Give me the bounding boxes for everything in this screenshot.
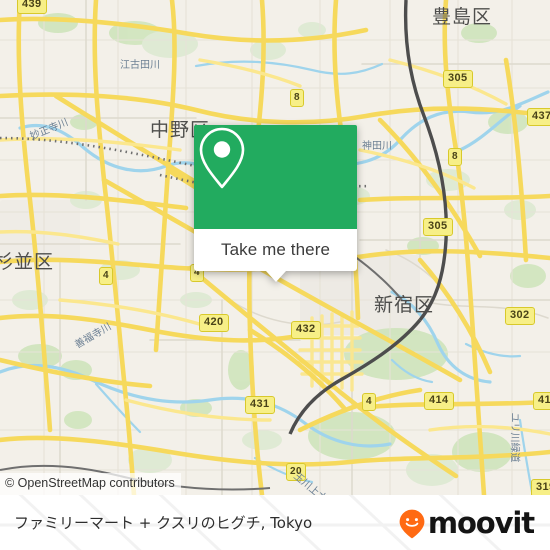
route-shield: 414 [424,392,454,410]
river-label: ユリ川緑道 [508,412,520,463]
route-shield: 305 [443,70,473,88]
route-shield: 414 [533,392,550,410]
callout-footer[interactable]: Take me there [194,229,357,282]
route-shield: 420 [199,314,229,332]
ward-label: 新宿区 [374,294,435,316]
moovit-wordmark: moovit [427,506,535,540]
ward-label: 杉並区 [0,251,55,273]
place-title: ファミリーマート + クスリのヒグチ, Tokyo [14,514,313,532]
footer-bar: ファミリーマート + クスリのヒグチ, Tokyo moovit [0,495,550,550]
route-shield: 8 [448,148,462,166]
callout-tail [265,271,286,282]
ward-label: 豊島区 [432,6,493,28]
map-attribution[interactable]: © OpenStreetMap contributors [0,473,181,495]
route-shield: 439 [17,0,47,14]
callout-header [194,125,357,229]
map-canvas[interactable]: .water { fill:none; stroke:#9fd4ec; stro… [0,0,550,495]
map-pin-icon [199,127,245,189]
route-shield: 302 [505,307,535,325]
route-shield: 431 [245,396,275,414]
river-label: 江古田川 [120,60,160,71]
route-shield: 432 [291,321,321,339]
route-shield: 4 [362,393,376,411]
moovit-pin-icon [399,509,425,538]
moovit-map-screen: .water { fill:none; stroke:#9fd4ec; stro… [0,0,550,550]
route-shield: 437 [527,108,550,126]
route-shield: 319 [531,479,550,495]
take-me-there-label: Take me there [220,240,331,259]
route-shield: 305 [423,218,453,236]
route-shield: 8 [290,89,304,107]
take-me-there-callout[interactable]: Take me there [194,125,357,282]
route-shield: 4 [99,267,113,285]
moovit-logo[interactable]: moovit [399,506,535,540]
river-label: 神田川 [362,141,392,152]
